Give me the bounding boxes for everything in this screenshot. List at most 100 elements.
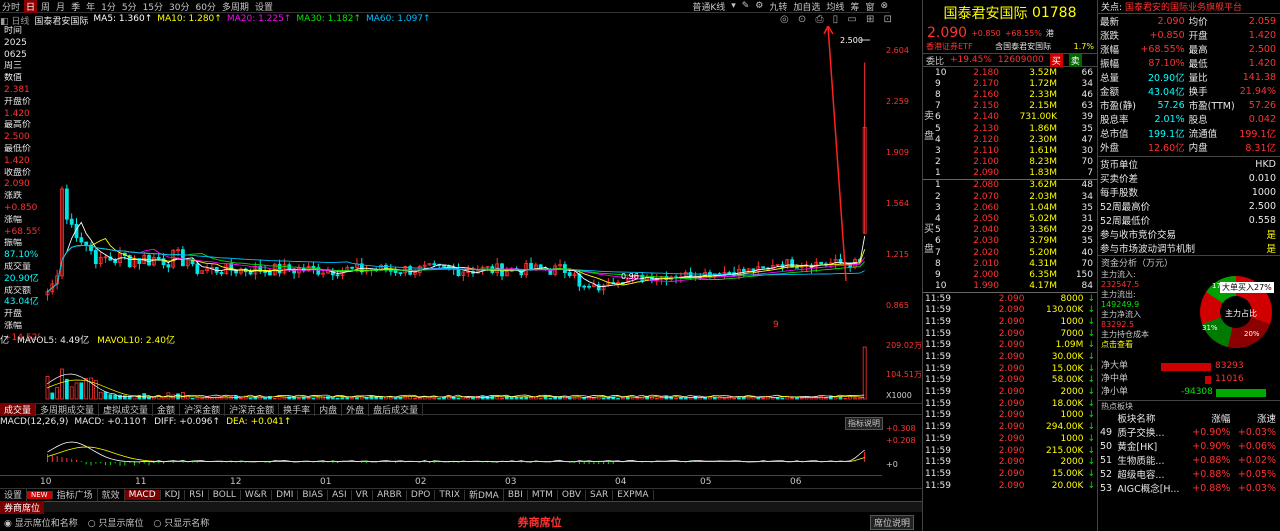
broker-name[interactable]: 香港证券ETF bbox=[926, 41, 973, 52]
tab-6[interactable]: RSI bbox=[185, 489, 209, 500]
tool-nine[interactable]: 九转 bbox=[767, 0, 789, 13]
tab-14[interactable]: DPO bbox=[407, 489, 436, 500]
order-level[interactable]: 5 2.130 1.86M 35 bbox=[933, 123, 1095, 134]
tool-1min[interactable]: 1分 bbox=[99, 0, 118, 13]
tab-5[interactable]: KDJ bbox=[161, 489, 186, 500]
tool-year[interactable]: 年 bbox=[84, 0, 97, 13]
tool-day[interactable]: 日 bbox=[24, 0, 38, 13]
tool-30min[interactable]: 30分 bbox=[167, 0, 191, 13]
tool-month[interactable]: 月 bbox=[54, 0, 67, 13]
order-level[interactable]: 2 2.070 2.03M 34 bbox=[933, 191, 1095, 202]
tab-7[interactable]: BOLL bbox=[209, 489, 241, 500]
buy-button[interactable]: 买 bbox=[1049, 53, 1063, 67]
tab-7[interactable]: 内盘 bbox=[315, 402, 343, 416]
price-tick: 1.909 bbox=[886, 148, 909, 157]
order-level[interactable]: 3 2.110 1.61M 30 bbox=[933, 145, 1095, 156]
tab-18[interactable]: MTM bbox=[528, 489, 558, 500]
tool-fenshi[interactable]: 分时 bbox=[0, 0, 22, 13]
tab-9[interactable]: DMI bbox=[272, 489, 299, 500]
order-level[interactable]: 1 2.090 1.83M 7 bbox=[933, 168, 1095, 179]
macd-chart[interactable] bbox=[40, 428, 882, 473]
order-level[interactable]: 10 1.990 4.17M 84 bbox=[933, 281, 1095, 292]
order-level[interactable]: 8 2.160 2.33M 46 bbox=[933, 89, 1095, 100]
sector-row[interactable]: 50 黄金[HK] +0.90% +0.06% bbox=[1098, 439, 1278, 454]
settings-icon[interactable]: ⚙ bbox=[753, 1, 765, 11]
tab-9[interactable]: 盘后成交量 bbox=[369, 402, 424, 416]
tool-week[interactable]: 周 bbox=[39, 0, 52, 13]
tab-0[interactable]: 设置 bbox=[0, 488, 28, 501]
tab-19[interactable]: OBV bbox=[558, 489, 586, 500]
tab-4[interactable]: MACD bbox=[124, 489, 161, 500]
tab-10[interactable]: BIAS bbox=[298, 489, 329, 500]
close-icon[interactable]: ⊗ bbox=[878, 1, 890, 11]
sell-button[interactable]: 卖 bbox=[1068, 53, 1082, 67]
sector-row[interactable]: 52 超级电容... +0.88% +0.05% bbox=[1098, 467, 1278, 482]
order-level[interactable]: 4 2.120 2.30M 47 bbox=[933, 134, 1095, 145]
tool-60min[interactable]: 60分 bbox=[193, 0, 217, 13]
opt-both-radio[interactable]: ◉ 显示席位和名称 bbox=[4, 516, 78, 529]
order-level[interactable]: 6 2.030 3.79M 35 bbox=[933, 236, 1095, 247]
tab-5[interactable]: 沪深京金额 bbox=[225, 402, 280, 416]
related-text[interactable]: 国泰君安的国际业务旗舰平台 bbox=[1125, 0, 1242, 13]
tab-3[interactable]: 金额 bbox=[153, 402, 181, 416]
tab-13[interactable]: ARBR bbox=[373, 489, 407, 500]
order-level[interactable]: 7 2.150 2.15M 63 bbox=[933, 101, 1095, 112]
tab-20[interactable]: SAR bbox=[586, 489, 614, 500]
order-level[interactable]: 2 2.100 8.23M 70 bbox=[933, 157, 1095, 168]
tool-quarter[interactable]: 季 bbox=[69, 0, 82, 13]
tab-4[interactable]: 沪深金额 bbox=[180, 402, 226, 416]
chart-tab-icon[interactable]: ◧ 日线 bbox=[0, 14, 29, 27]
order-cell: 2.33M bbox=[1029, 89, 1057, 100]
sector-row[interactable]: 53 AIGC概念[H... +0.88% +0.03% bbox=[1098, 481, 1278, 496]
tool-5min[interactable]: 5分 bbox=[120, 0, 139, 13]
tab-12[interactable]: VR bbox=[352, 489, 374, 500]
tool-chip[interactable]: 筹 bbox=[848, 0, 861, 13]
tab-16[interactable]: 新DMA bbox=[465, 488, 504, 501]
fund-cost-link[interactable]: 点击查看 bbox=[1101, 340, 1149, 350]
ma-legend: ◧ 日线 国泰君安国际 MA5: 1.360↑ MA10: 1.280↑ MA2… bbox=[0, 14, 880, 27]
tool-add-fav[interactable]: 加自选 bbox=[791, 0, 822, 13]
sector-row[interactable]: 49 质子交换... +0.90% +0.03% bbox=[1098, 425, 1278, 440]
tab-8[interactable]: 外盘 bbox=[342, 402, 370, 416]
tab-6[interactable]: 换手率 bbox=[279, 402, 316, 416]
tab-3[interactable]: 就效 bbox=[98, 488, 125, 501]
seat-help-button[interactable]: 席位说明 bbox=[869, 514, 914, 530]
tool-kline-type[interactable]: 普通K线 bbox=[690, 0, 727, 13]
tab-15[interactable]: TRIX bbox=[435, 489, 465, 500]
volume-chart[interactable] bbox=[40, 344, 882, 401]
order-level[interactable]: 10 2.180 3.52M 66 bbox=[933, 67, 1095, 78]
tool-15min[interactable]: 15分 bbox=[141, 0, 165, 13]
order-level[interactable]: 4 2.050 5.02M 31 bbox=[933, 213, 1095, 224]
order-level[interactable]: 1 2.080 3.62M 48 bbox=[933, 180, 1095, 191]
broker-seat-button[interactable]: 券商席位 bbox=[0, 500, 45, 514]
order-level[interactable]: 9 2.170 1.72M 34 bbox=[933, 78, 1095, 89]
sector-row[interactable]: 51 生物质能... +0.88% +0.02% bbox=[1098, 453, 1278, 468]
opt-seat-radio[interactable]: ○ 只显示席位 bbox=[88, 516, 144, 529]
tab-8[interactable]: W&R bbox=[241, 489, 273, 500]
tool-ma[interactable]: 均线 bbox=[824, 0, 846, 13]
order-level[interactable]: 9 2.000 6.35M 150 bbox=[933, 269, 1095, 280]
order-level[interactable]: 8 2.010 4.31M 70 bbox=[933, 258, 1095, 269]
kline-chart[interactable] bbox=[40, 26, 882, 341]
order-level[interactable]: 7 2.020 5.20M 40 bbox=[933, 247, 1095, 258]
tab-11[interactable]: ASI bbox=[328, 489, 352, 500]
opt-name-radio[interactable]: ○ 只显示名称 bbox=[153, 516, 209, 529]
chart-icons[interactable]: ◎ ⊙ ⎙ ▯ ▭ ⊞ ⊡ bbox=[780, 14, 895, 25]
order-level[interactable]: 5 2.040 3.36M 29 bbox=[933, 225, 1095, 236]
volume-bar bbox=[538, 398, 543, 400]
order-level[interactable]: 6 2.140 731.00K 39 bbox=[933, 112, 1095, 123]
tab-2[interactable]: 虚拟成交量 bbox=[99, 402, 154, 416]
tool-dropdown-icon[interactable]: ▾ bbox=[729, 1, 738, 11]
order-level[interactable]: 3 2.060 1.04M 35 bbox=[933, 202, 1095, 213]
tab-1[interactable]: NEW bbox=[27, 490, 53, 499]
tab-21[interactable]: EXPMA bbox=[613, 489, 654, 500]
tool-settings[interactable]: 设置 bbox=[253, 0, 275, 13]
tab-1[interactable]: 多周期成交量 bbox=[36, 402, 100, 416]
tab-17[interactable]: BBI bbox=[504, 489, 528, 500]
info-label: 开盘价 bbox=[4, 96, 32, 107]
tool-multi[interactable]: 多周期 bbox=[220, 0, 251, 13]
draw-icon[interactable]: ✎ bbox=[740, 1, 752, 11]
tab-2[interactable]: 指标广场 bbox=[53, 488, 98, 501]
tool-window[interactable]: 窗 bbox=[863, 0, 876, 13]
tab-0[interactable]: 成交量 bbox=[0, 402, 37, 416]
